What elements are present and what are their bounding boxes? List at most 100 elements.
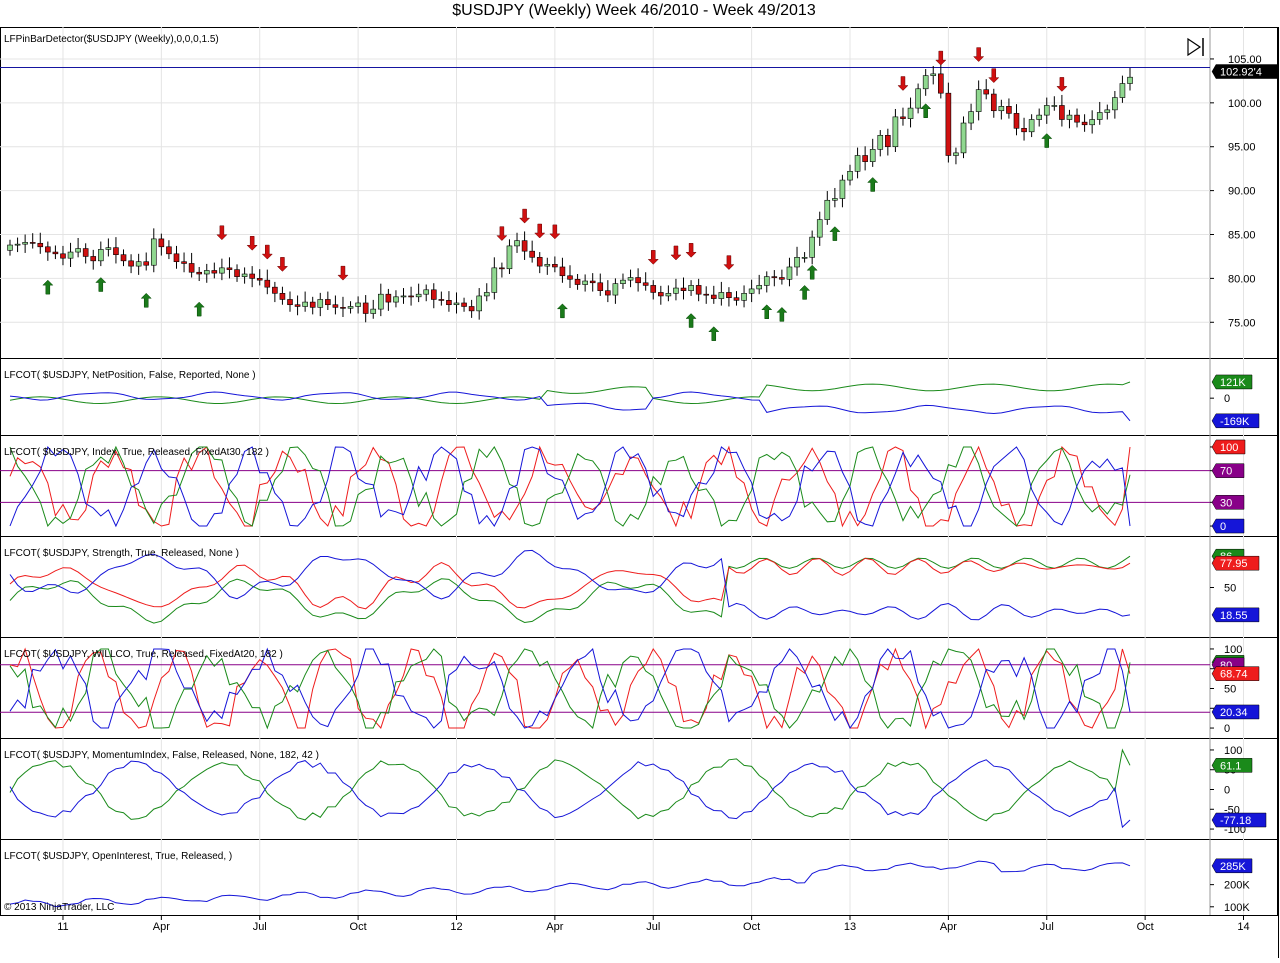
candle-body xyxy=(665,293,672,297)
pin-bar-up-arrow xyxy=(761,304,773,319)
candle-body xyxy=(143,261,150,266)
candle-body xyxy=(605,290,611,296)
candle-body xyxy=(188,263,195,273)
candle-body xyxy=(453,302,460,306)
candle-body xyxy=(67,251,74,259)
candle-body xyxy=(1096,112,1103,120)
pin-bar-up-arrow xyxy=(708,326,720,341)
candle-body xyxy=(922,75,929,90)
candle-body xyxy=(82,248,89,257)
momentum-badge-1: -77.18 xyxy=(1211,812,1267,828)
candle-body xyxy=(514,240,520,247)
candle-body xyxy=(650,285,657,293)
candle-body xyxy=(203,270,210,275)
x-tick-label: Apr xyxy=(546,921,563,933)
openinterest-panel-label: LFCOT( $USDJPY, OpenInterest, True, Rele… xyxy=(4,851,232,862)
candle-body xyxy=(241,273,248,277)
x-tick-label: Jul xyxy=(253,921,267,933)
candle-body xyxy=(1112,97,1118,111)
last-price-badge: 102.92'4 xyxy=(1211,64,1280,79)
x-tick-label: Jul xyxy=(646,921,660,933)
candle-body xyxy=(264,279,271,288)
candle-body xyxy=(1059,105,1065,120)
price-tick-label: 85.00 xyxy=(1228,230,1256,242)
candle-body xyxy=(415,293,422,298)
index-badge-0: 100 xyxy=(1211,439,1246,455)
candle-body xyxy=(1127,76,1133,84)
candle-body xyxy=(710,294,717,299)
pin-bar-up-arrow xyxy=(798,285,811,300)
openinterest-badge-0: 285K xyxy=(1211,858,1253,874)
candle-body xyxy=(589,280,596,284)
candle-body xyxy=(536,257,543,267)
panel-border-0 xyxy=(0,27,1278,359)
strength-badge-1: 77.95 xyxy=(1211,555,1260,571)
candle-body xyxy=(506,245,513,270)
candle-body xyxy=(196,271,202,275)
pin-bar-down-arrow xyxy=(670,245,682,261)
candle-body xyxy=(423,289,430,295)
pin-bar-down-arrow xyxy=(549,224,561,240)
netposition-badge-1-text: -169K xyxy=(1220,416,1250,428)
momentum-series-blue xyxy=(9,759,1131,829)
x-tick-label: Oct xyxy=(1137,921,1154,933)
candle-body xyxy=(597,282,604,291)
price-tick-label: 105.00 xyxy=(1228,54,1262,66)
candle-body xyxy=(998,106,1005,112)
candle-body xyxy=(499,267,505,270)
pin-bar-down-arrow xyxy=(935,50,947,66)
candle-body xyxy=(128,260,134,267)
candle-body xyxy=(1074,114,1080,123)
candle-body xyxy=(627,277,634,281)
chart-frame: 11 Apr Jul Oct 12 Apr Jul Oct 13 Apr Jul Oct 14 75.00… xyxy=(0,27,1280,958)
chart-canvas[interactable]: 11 Apr Jul Oct 12 Apr Jul Oct 13 Apr Jul Oct 14 75.00… xyxy=(0,27,1280,958)
pin-bar-up-arrow xyxy=(776,307,788,322)
x-tick-label: Apr xyxy=(153,921,170,933)
pin-bar-up-arrow xyxy=(42,279,54,295)
index-badge-3-bg xyxy=(1211,518,1245,534)
x-tick-label: Oct xyxy=(743,921,760,933)
candle-body xyxy=(885,135,891,148)
candle-body xyxy=(302,301,308,307)
candle-body xyxy=(900,116,906,119)
pin-bar-down-arrow xyxy=(534,223,546,239)
strength-badge-2-text: 18.55 xyxy=(1220,610,1248,622)
willco-tick-label: 100 xyxy=(1224,644,1242,656)
candle-body xyxy=(726,292,732,298)
willco-badge-3: 20.34 xyxy=(1211,704,1260,720)
candle-body xyxy=(552,264,558,268)
pin-bar-down-arrow xyxy=(723,255,735,270)
candle-body xyxy=(29,242,36,244)
momentum-badge-0: 61.1 xyxy=(1211,758,1253,773)
candle-body xyxy=(975,89,982,112)
candle-body xyxy=(824,199,831,220)
candle-body xyxy=(718,292,725,299)
candle-body xyxy=(703,293,710,296)
candle-body xyxy=(960,122,967,154)
candle-body xyxy=(642,282,649,286)
index-badge-2: 30 xyxy=(1211,495,1245,510)
candle-body xyxy=(211,270,218,274)
play-end-icon xyxy=(1187,37,1202,57)
candle-body xyxy=(1089,119,1095,126)
candle-body xyxy=(635,277,641,284)
pin-bar-down-arrow xyxy=(246,236,258,251)
candle-body xyxy=(173,253,180,263)
candle-body xyxy=(287,299,293,306)
candle-body xyxy=(1119,83,1126,98)
candle-body xyxy=(468,306,475,312)
candle-body xyxy=(256,278,263,281)
index-badge-3-text: 0 xyxy=(1220,521,1226,533)
candle-body xyxy=(75,248,81,253)
candle-body xyxy=(158,238,165,248)
pin-bar-down-arrow xyxy=(988,68,1000,83)
candle-body xyxy=(294,304,301,307)
candle-body xyxy=(809,236,815,258)
candle-body xyxy=(854,155,861,172)
candle-body xyxy=(688,285,694,291)
candle-body xyxy=(181,261,187,264)
pin-bar-up-arrow xyxy=(806,264,818,280)
pin-bar-up-arrow xyxy=(95,277,107,292)
candle-body xyxy=(332,304,339,308)
candle-body xyxy=(673,287,679,294)
